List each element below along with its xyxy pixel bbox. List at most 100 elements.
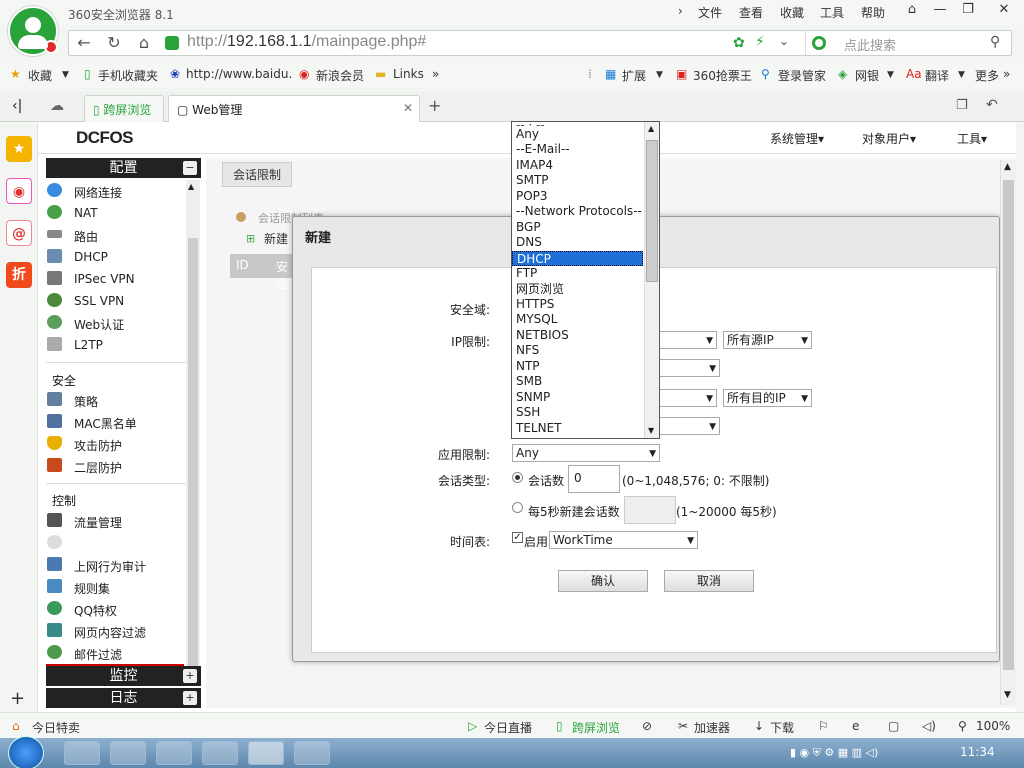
tab-session-limit[interactable]: 会话限制 — [222, 162, 293, 187]
minimize-button[interactable]: — — [926, 0, 954, 22]
dropdown-option[interactable]: HTTPS — [512, 297, 643, 313]
nav-scroll-thumb[interactable] — [188, 238, 198, 668]
tab-web-admin[interactable]: ▢ Web管理 ✕ — [168, 95, 420, 122]
menu-app-tools[interactable]: 工具▾ — [957, 130, 987, 147]
page-scrollbar[interactable]: ▲ ▼ — [1000, 160, 1016, 705]
dropdown-option[interactable]: BGP — [512, 220, 643, 236]
bookmark-tickets[interactable]: 360抢票王 — [693, 67, 752, 84]
expand-icon[interactable]: + — [183, 691, 197, 705]
start-button[interactable] — [8, 736, 44, 768]
new-button[interactable]: 新建 — [264, 230, 288, 247]
bookmark-login[interactable]: 登录管家 — [778, 67, 826, 84]
dropdown-option[interactable]: SSH — [512, 405, 643, 421]
bookmark-extensions[interactable]: 扩展 — [622, 67, 646, 84]
ok-button[interactable]: 确认 — [558, 570, 648, 592]
bookmark-more[interactable]: 更多 — [975, 67, 999, 84]
flag-icon[interactable]: ⚐ — [818, 719, 829, 733]
nav-item-web-filter[interactable]: 网页内容过滤 — [47, 623, 146, 641]
word-icon[interactable] — [110, 741, 146, 765]
cmd-icon[interactable] — [202, 741, 238, 765]
restore-tabs-icon[interactable]: ❐ — [956, 98, 968, 113]
refresh-icon[interactable]: ↻ — [99, 31, 129, 55]
weibo-icon[interactable]: ◉ — [6, 178, 32, 204]
cancel-button[interactable]: 取消 — [664, 570, 754, 592]
dropdown-option[interactable]: DNS — [512, 235, 643, 251]
nav-item-sslvpn[interactable]: SSL VPN — [47, 293, 124, 308]
schedule-select[interactable]: WorkTime — [549, 531, 698, 549]
star-icon[interactable]: ★ — [6, 136, 32, 162]
email-icon[interactable]: @ — [6, 220, 32, 246]
dropdown-option[interactable]: DHCP — [512, 250, 643, 267]
scroll-down-icon[interactable]: ▼ — [648, 426, 654, 435]
dropdown-scroll-thumb[interactable] — [646, 140, 658, 282]
url-input[interactable]: http://192.168.1.1/mainpage.php# — [187, 33, 426, 51]
new-session-rate-input[interactable] — [624, 496, 676, 524]
search-input[interactable]: 点此搜索 — [844, 35, 896, 54]
nav-item-l2tp[interactable]: L2TP — [47, 337, 103, 352]
dropdown-option[interactable]: --E-Mail-- — [512, 142, 643, 158]
zoom-level[interactable]: 100% — [976, 719, 1010, 733]
nav-monitor-header[interactable]: 监控 + — [46, 666, 201, 686]
scroll-up-icon[interactable]: ▲ — [648, 124, 654, 133]
dropdown-option[interactable]: NFS — [512, 343, 643, 359]
sidebar-toggle-icon[interactable]: ‹| — [12, 98, 22, 114]
more-chevron-icon[interactable]: » — [432, 67, 439, 81]
dropdown-option[interactable]: SNMP — [512, 390, 643, 406]
nav-item-audit[interactable]: 上网行为审计 — [47, 557, 146, 575]
bookmark-sina[interactable]: 新浪会员 — [316, 67, 364, 84]
nav-item-network[interactable]: 网络连接 — [47, 183, 122, 201]
collapse-icon[interactable]: − — [183, 161, 197, 175]
dropdown-option[interactable]: POP3 — [512, 189, 643, 205]
nav-item-ipsec[interactable]: IPSec VPN — [47, 271, 135, 286]
chevron-down-icon[interactable]: ⌄ — [779, 34, 789, 48]
close-button[interactable]: ✕ — [990, 0, 1018, 22]
nav-item-policy[interactable]: 策略 — [47, 392, 98, 410]
menu-file[interactable]: 文件 — [698, 4, 722, 21]
dropdown-option[interactable]: --Network Protocols-- — [512, 204, 643, 220]
undo-icon[interactable]: ↶ — [986, 97, 998, 113]
volume-icon[interactable]: ◁) — [922, 719, 936, 733]
status-accelerator[interactable]: 加速器 — [694, 719, 730, 736]
nav-item-dhcp[interactable]: DHCP — [47, 249, 108, 264]
page-scroll-thumb[interactable] — [1003, 180, 1014, 670]
dropdown-option[interactable]: TFTP — [512, 436, 643, 438]
excel-icon[interactable] — [156, 741, 192, 765]
window-icon[interactable]: ▢ — [888, 719, 899, 733]
status-deals[interactable]: 今日特卖 — [32, 719, 80, 736]
speed-icon[interactable]: ⊘ — [642, 719, 652, 733]
skin-icon[interactable]: ⌂ — [898, 0, 926, 22]
tray-icons[interactable]: ▮ ◉ ⛨ ⚙ ▦ ▥ ◁) — [790, 746, 950, 760]
dropdown-option[interactable]: MYSQL — [512, 312, 643, 328]
menu-favorites[interactable]: 收藏 — [780, 4, 804, 21]
compat-icon[interactable]: ✿ — [733, 35, 745, 51]
status-cross-screen[interactable]: 跨屏浏览 — [572, 719, 620, 736]
bookmark-translate[interactable]: 翻译 — [925, 67, 949, 84]
chevron-down-icon[interactable]: ▼ — [62, 70, 69, 80]
menu-objects[interactable]: 对象用户▾ — [862, 130, 916, 147]
chevron-down-icon[interactable]: ▼ — [958, 70, 965, 80]
chevron-down-icon[interactable]: ▼ — [887, 70, 894, 80]
search-icon[interactable]: ⚲ — [990, 34, 1000, 50]
app-select[interactable]: Any — [512, 444, 660, 462]
session-count-radio[interactable] — [512, 472, 523, 483]
dropdown-option[interactable]: TELNET — [512, 421, 643, 437]
add-icon[interactable]: ⊞ — [246, 232, 255, 245]
src-ip-select[interactable]: 所有源IP — [723, 331, 812, 349]
nav-item-attack[interactable]: 攻击防护 — [47, 436, 122, 454]
add-icon[interactable]: + — [10, 688, 25, 709]
nav-item-mail-filter[interactable]: 邮件过滤 — [47, 645, 122, 663]
nav-item-ruleset[interactable]: 规则集 — [47, 579, 110, 597]
menu-system[interactable]: 系统管理▾ — [770, 130, 824, 147]
search-box[interactable]: 点此搜索 ⚲ — [805, 31, 1011, 55]
schedule-enable-checkbox[interactable]: ✓ — [512, 532, 523, 543]
dropdown-option[interactable]: FTP — [512, 266, 643, 282]
bookmark-favorites[interactable]: 收藏 — [28, 67, 52, 84]
nav-log-header[interactable]: 日志 + — [46, 688, 201, 708]
tab-cross-screen[interactable]: ▯ 跨屏浏览 — [84, 95, 164, 122]
status-live[interactable]: 今日直播 — [484, 719, 532, 736]
session-count-input[interactable]: 0 — [568, 465, 620, 493]
nav-item-l2-protect[interactable]: 二层防护 — [47, 458, 122, 476]
scroll-up-icon[interactable]: ▲ — [1004, 162, 1011, 172]
nav-item-nat[interactable]: NAT — [47, 205, 98, 220]
new-tab-button[interactable]: + — [428, 96, 441, 115]
